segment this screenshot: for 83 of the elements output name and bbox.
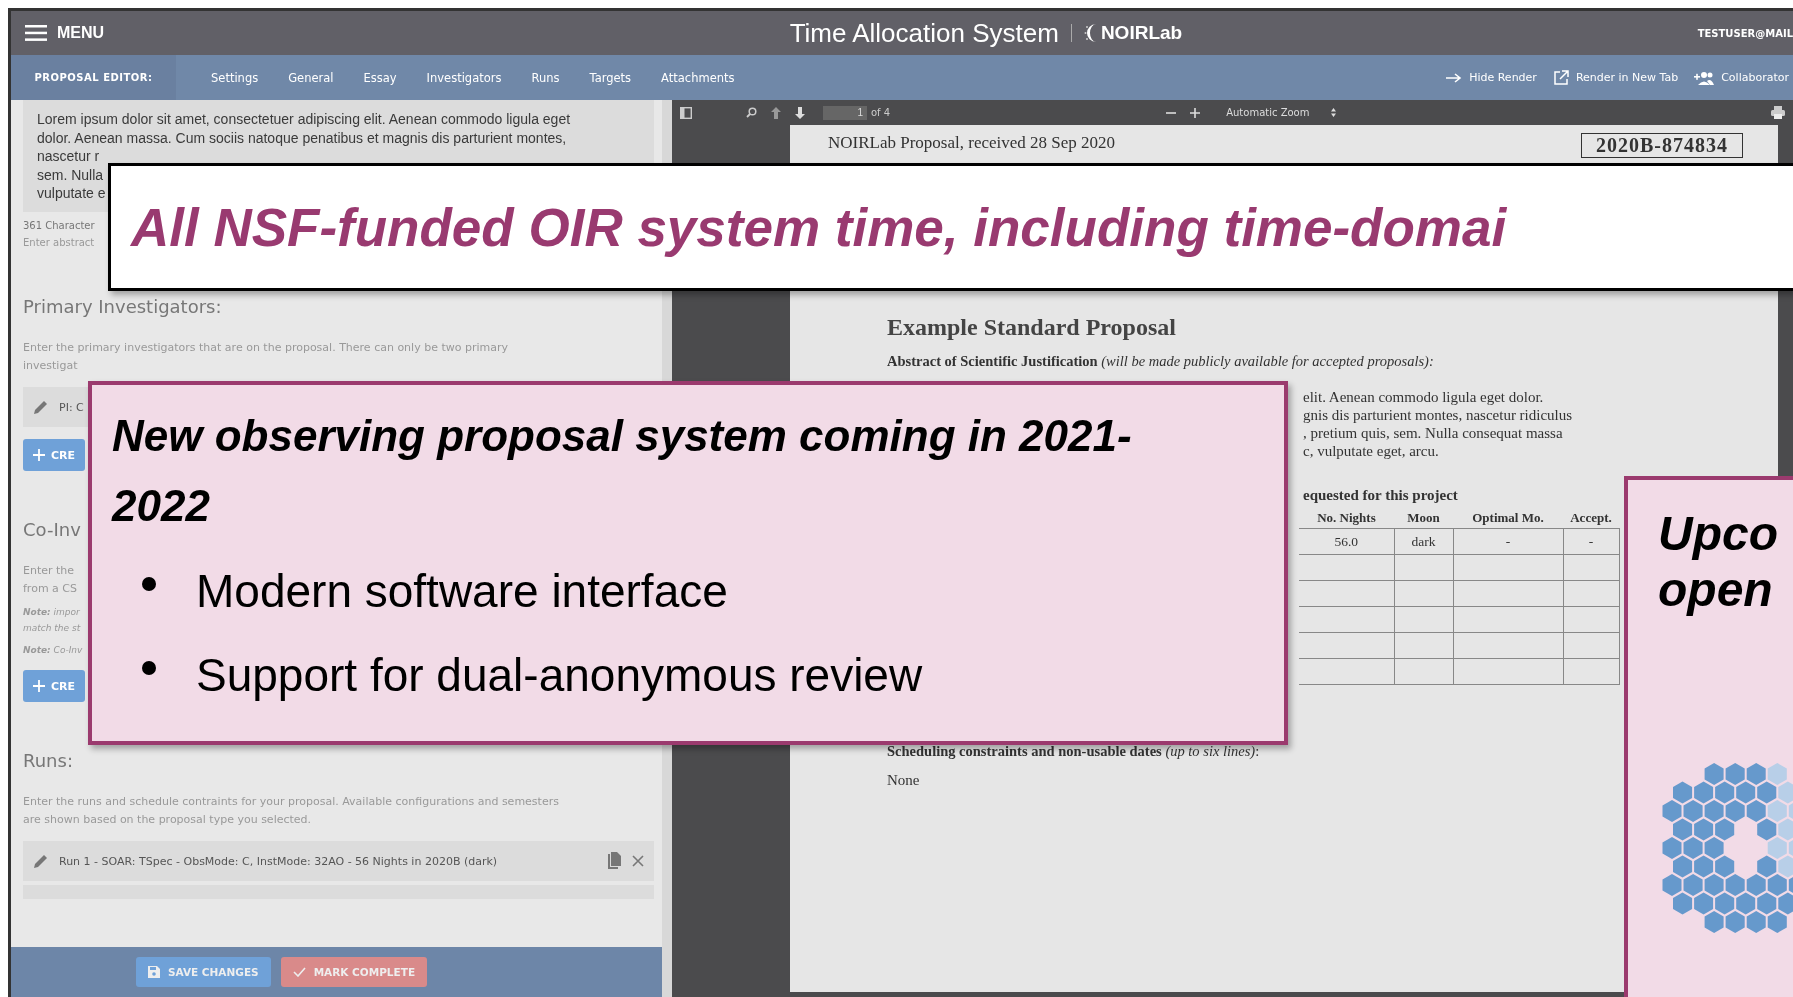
copy-icon[interactable] [607,852,622,870]
close-icon[interactable] [632,855,644,867]
page-count: of 4 [871,107,891,118]
editor-tab[interactable]: Targets [574,55,647,100]
bullet-text: Modern software interface [196,564,728,618]
mark-complete-button[interactable]: MARK COMPLETE [280,957,428,987]
section-heading: Co-Inv [23,519,82,540]
page-number-field[interactable]: 1 [823,105,867,120]
bullet-text: Support for dual-anonymous review [196,648,923,702]
collaborators-link[interactable]: Collaborator [1694,70,1789,85]
abstract-line: , pretium quis, sem. Nulla consequat massa [1303,424,1564,442]
editor-tab[interactable]: Attachments [646,55,750,100]
bullet-icon [142,577,156,591]
column-header: No. Nights [1299,508,1394,529]
table-cell: - [1453,528,1563,555]
table-caption: equested for this project [1303,486,1459,504]
search-icon[interactable] [746,107,757,118]
user-name[interactable]: TESTUSER@MAIL [1697,27,1793,39]
proposal-id: 2020B-874834 [1581,133,1743,158]
document-title: Example Standard Proposal [887,314,1177,341]
abstract-line: elit. Aenean commodo ligula eget dolor. [1303,388,1545,406]
help-text: from a CS [23,581,77,597]
bullet-icon [142,661,156,675]
pencil-icon[interactable] [33,853,49,869]
app-title: Time Allocation System [789,17,1059,49]
editor-tab[interactable]: Investigators [411,55,517,100]
note-text: Note: Co-Inv [23,644,83,657]
column-header: Optimal Mo. [1453,508,1563,529]
column-header: Accept. [1563,508,1619,529]
run-row[interactable]: Run 1 - SOAR: TSpec - ObsMode: C, InstMode: 32AO - 56 Nights in 2020B (dark) [23,841,654,881]
table-cell: - [1563,528,1619,555]
section-heading: Primary Investigators: [23,296,223,317]
note-text: match the st [23,622,81,635]
constraints-heading: Scheduling constraints and non-usable dates (up to six lines): [887,743,1261,760]
table-cell: dark [1394,528,1453,555]
create-button[interactable]: CRE [23,439,86,471]
plus-icon [33,449,45,461]
zoom-in-icon[interactable] [1190,107,1201,118]
create-button[interactable]: CRE [23,670,86,702]
caret-icon [1331,108,1337,117]
editor-tab[interactable]: Settings [196,55,274,100]
hide-render-link[interactable]: Hide Render [1446,71,1537,84]
editor-tab[interactable]: General [273,55,349,100]
callout-text: open [1658,562,1774,618]
editor-tab[interactable]: Essay [348,55,412,100]
field-hint: Enter abstract [23,237,96,248]
column-header: Moon [1394,508,1453,529]
save-changes-button[interactable]: SAVE CHANGES [135,957,271,987]
note-text: Note: impor [23,606,80,619]
abstract-line: gnis dis parturient montes, nascetur ridiculus [1303,406,1574,424]
help-text: Enter the runs and schedule contraints for your proposal. Available configurations and semesters [23,794,559,810]
open-in-new-icon [1552,69,1569,86]
help-text: Enter the primary investigators that are on the proposal. There can only be two primary [23,340,508,356]
table-cell: 56.0 [1299,528,1394,555]
character-count: 361 Character [23,220,96,231]
logo-text: NOIRLab [1100,22,1183,44]
received-line: NOIRLab Proposal, received 28 Sep 2020 [828,133,1116,153]
menu-button[interactable]: MENU [25,24,105,42]
zoom-select[interactable]: Automatic Zoom [1220,105,1343,120]
callout-text: Upco [1658,506,1779,562]
check-icon [292,967,306,977]
section-heading: Runs: [23,750,74,771]
run-text: Run 1 - SOAR: TSpec - ObsMode: C, InstMode: 32AO - 56 Nights in 2020B (dark) [59,854,499,868]
menu-icon[interactable] [25,25,47,41]
editor-label: PROPOSAL EDITOR: [11,55,176,100]
constraints-text: None [887,772,921,789]
investigator-text: PI: C [59,400,84,414]
pencil-icon[interactable] [33,399,49,415]
help-text: Enter the [23,563,75,579]
abstract-line: c, vulputate eget, arcu. [1303,442,1440,460]
arrow-up-icon[interactable] [771,106,781,119]
plus-icon [33,680,45,692]
printer-icon[interactable] [1771,106,1785,119]
editor-tab[interactable]: Runs [516,55,575,100]
help-text: investigat [23,358,78,374]
arrow-down-icon[interactable] [795,106,805,119]
callout-title: New observing proposal system coming in 2021-2022 [112,410,1133,532]
arrow-right-icon [1446,72,1463,83]
abstract-heading: Abstract of Scientific Justification (will be made publicly available for accepted proposals): [887,353,1435,370]
add-people-icon [1694,70,1715,85]
sidebar-toggle-icon[interactable] [680,106,692,119]
help-text: are shown based on the proposal type you selected. [23,812,312,828]
render-new-tab-link[interactable]: Render in New Tab [1552,69,1679,86]
